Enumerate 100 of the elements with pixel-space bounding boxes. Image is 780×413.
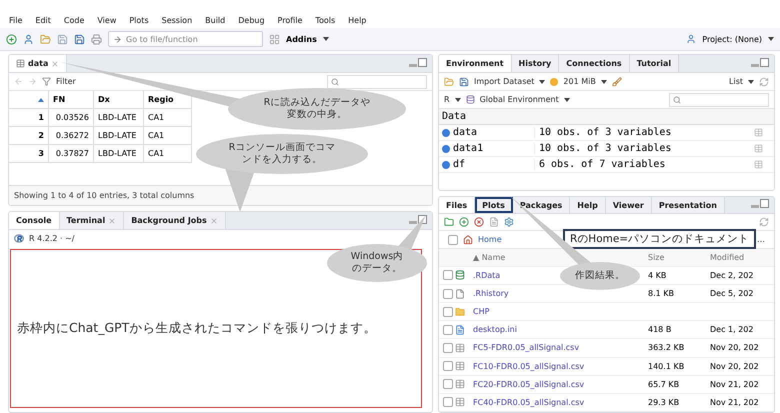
files-tab[interactable]: Plots (475, 197, 513, 214)
files-tab[interactable]: Files (439, 197, 476, 214)
maximize-icon[interactable] (760, 199, 769, 208)
environment-tab[interactable]: Environment (439, 55, 512, 72)
files-tab[interactable]: Packages (512, 197, 570, 214)
checkbox[interactable] (443, 361, 453, 372)
caret-down-icon[interactable] (454, 98, 461, 102)
checkbox[interactable] (443, 306, 453, 317)
checkbox[interactable] (443, 270, 453, 280)
file-name-link[interactable]: .Rhistory (473, 289, 509, 298)
caret-down-icon[interactable] (539, 80, 546, 84)
forward-icon[interactable] (28, 77, 37, 86)
go-to-file-field[interactable]: Go to file/function (108, 31, 263, 47)
checkbox[interactable] (443, 288, 453, 298)
rename-icon[interactable] (489, 217, 499, 228)
broom-icon[interactable] (612, 76, 622, 86)
environment-tab[interactable]: History (512, 55, 560, 72)
menu-item[interactable]: Session (162, 16, 192, 25)
minimize-icon[interactable] (409, 220, 417, 224)
environment-tab[interactable]: Connections (559, 55, 630, 72)
view-table-icon[interactable] (754, 144, 763, 153)
file-name-link[interactable]: FC10-FDR0.05_allSignal.csv (473, 362, 584, 371)
menu-item[interactable]: View (97, 16, 116, 25)
view-table-icon[interactable] (754, 128, 763, 137)
caret-down-icon[interactable] (600, 80, 607, 84)
refresh-icon[interactable] (759, 217, 769, 228)
column-header[interactable]: Dx (94, 91, 144, 109)
checkbox[interactable] (443, 397, 453, 408)
filter-button[interactable]: Filter (56, 77, 76, 86)
back-icon[interactable] (14, 77, 23, 86)
grid-icon[interactable] (269, 34, 280, 44)
new-file-icon[interactable] (6, 34, 17, 44)
new-folder-icon[interactable] (444, 217, 454, 228)
files-tab[interactable]: Help (570, 197, 606, 214)
menu-item[interactable]: Help (348, 16, 366, 25)
console-tab[interactable]: Terminal (60, 212, 124, 229)
caret-down-icon[interactable] (748, 80, 754, 84)
column-header[interactable]: ▲ Name (473, 252, 506, 262)
menu-item[interactable]: Build (205, 16, 226, 25)
caret-down-icon[interactable] (768, 37, 774, 41)
file-name-link[interactable]: .RData (473, 270, 500, 280)
menu-item[interactable]: Code (64, 16, 84, 25)
files-tab[interactable]: Viewer (606, 197, 652, 214)
project-icon[interactable] (23, 34, 34, 44)
minimize-icon[interactable] (409, 64, 417, 66)
caret-down-icon[interactable] (564, 98, 570, 102)
minimize-icon[interactable] (751, 205, 759, 208)
menu-item[interactable]: File (9, 16, 22, 25)
search-field[interactable] (327, 74, 427, 88)
path-link[interactable]: Home (478, 235, 502, 244)
data-tab[interactable]: data (9, 55, 68, 72)
open-folder-icon[interactable] (40, 34, 51, 44)
import-dataset-menu[interactable]: Import Dataset (474, 77, 534, 86)
caret-down-icon[interactable] (322, 37, 329, 41)
print-icon[interactable] (91, 34, 102, 44)
environment-tab[interactable]: Tutorial (630, 55, 680, 72)
checkbox[interactable] (443, 379, 453, 390)
variable-name[interactable]: data (453, 127, 478, 138)
file-name-link[interactable]: CHP (473, 307, 490, 316)
open-folder-icon[interactable] (444, 76, 454, 86)
menu-item[interactable]: Plots (129, 16, 149, 25)
settings-icon[interactable] (504, 217, 514, 228)
variable-name[interactable]: df (453, 159, 466, 170)
variable-name[interactable]: data1 (453, 143, 484, 154)
minimize-icon[interactable] (751, 64, 759, 66)
checkbox[interactable] (448, 234, 458, 244)
menu-item[interactable]: Tools (315, 16, 336, 25)
close-icon[interactable] (108, 216, 116, 224)
close-icon[interactable] (210, 216, 218, 224)
memory-usage-menu[interactable]: 201 MiB (563, 77, 596, 86)
new-file-icon[interactable] (459, 217, 469, 228)
files-tab[interactable]: Presentation (652, 197, 725, 214)
close-icon[interactable] (51, 60, 60, 68)
file-name-link[interactable]: FC5-FDR0.05_allSignal.csv (473, 343, 580, 352)
maximize-icon[interactable] (760, 58, 769, 66)
console-tab[interactable]: Background Jobs (124, 212, 226, 229)
file-name-link[interactable]: FC20-FDR0.05_allSignal.csv (473, 380, 584, 389)
refresh-icon[interactable] (759, 76, 769, 86)
column-header[interactable]: FN (49, 91, 94, 109)
console-tab[interactable]: Console (9, 212, 60, 229)
menu-item[interactable]: Debug (238, 16, 265, 25)
delete-icon[interactable] (474, 217, 484, 228)
project-menu[interactable]: Project: (None) (702, 34, 762, 44)
view-table-icon[interactable] (754, 160, 763, 169)
checkbox[interactable] (443, 342, 453, 353)
file-name-link[interactable]: FC40-FDR0.05_allSignal.csv (473, 398, 584, 407)
path-more[interactable]: … (757, 235, 765, 244)
menu-item[interactable]: Profile (278, 16, 302, 25)
environment-menu[interactable]: Global Environment (480, 95, 559, 104)
save-all-icon[interactable] (74, 34, 85, 44)
addins-menu[interactable]: Addins (286, 34, 317, 44)
language-menu[interactable]: R (444, 95, 450, 104)
checkbox[interactable] (443, 324, 453, 335)
sort-arrow-icon[interactable] (38, 98, 44, 102)
view-mode-menu[interactable]: List (729, 77, 743, 86)
file-name-link[interactable]: desktop.ini (473, 325, 517, 334)
maximize-icon[interactable] (418, 58, 427, 66)
column-header[interactable]: Modified (710, 252, 744, 262)
search-field[interactable] (669, 92, 769, 106)
save-icon[interactable] (459, 76, 469, 86)
